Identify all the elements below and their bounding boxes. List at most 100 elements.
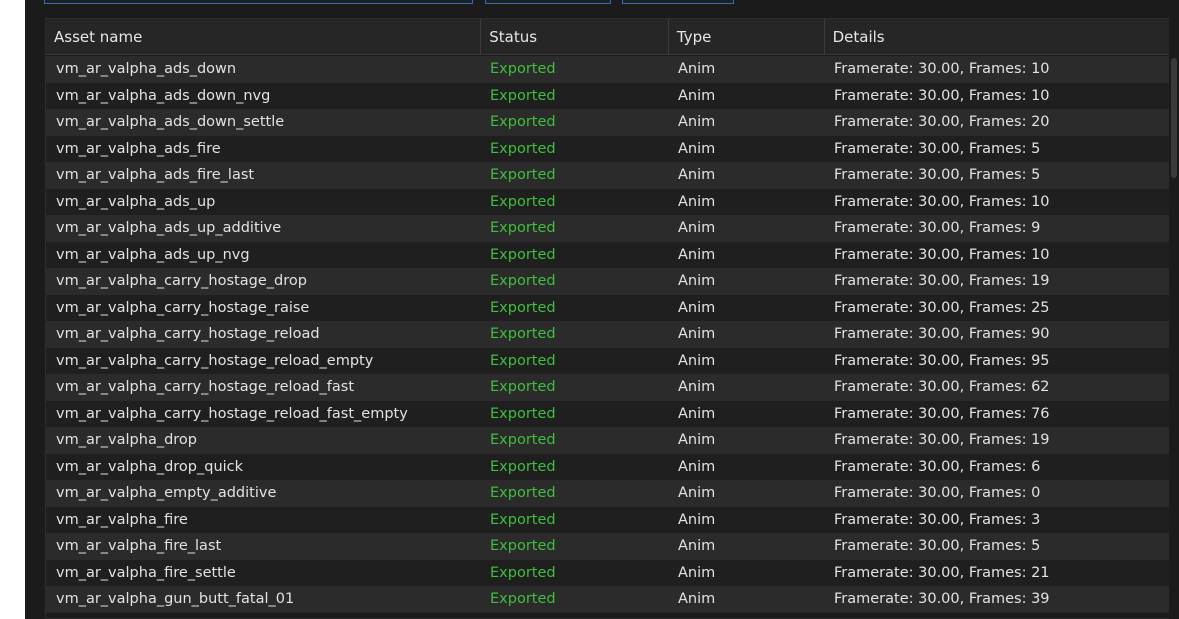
scrollbar-thumb[interactable] bbox=[1171, 58, 1177, 178]
details-cell: Framerate: 30.00, Frames: 6 bbox=[834, 458, 1041, 475]
status-cell: Exported bbox=[490, 246, 556, 263]
status-cell: Exported bbox=[490, 485, 556, 502]
asset-name-cell: vm_ar_valpha_carry_hostage_reload_fast_e… bbox=[56, 405, 408, 422]
toolbar-button-1[interactable] bbox=[485, 0, 611, 4]
asset-browser-window: Asset name Status Type Details vm_ar_val… bbox=[25, 0, 1179, 619]
asset-name-cell: vm_ar_valpha_ads_up_additive bbox=[56, 220, 282, 237]
table-row[interactable]: vm_ar_valpha_fire_settle Exported Anim Fram… bbox=[46, 559, 1170, 586]
details-cell: Framerate: 30.00, Frames: 5 bbox=[834, 538, 1041, 555]
details-cell: Framerate: 30.00, Frames: 10 bbox=[834, 246, 1050, 263]
type-cell: Anim bbox=[678, 246, 716, 263]
asset-name-cell: vm_ar_valpha_carry_hostage_reload_fast bbox=[56, 379, 355, 396]
asset-name-cell: vm_ar_valpha_ads_fire_last bbox=[56, 167, 255, 184]
type-cell: Anim bbox=[678, 299, 716, 316]
details-cell: Framerate: 30.00, Frames: 90 bbox=[834, 326, 1050, 343]
column-header-type[interactable]: Type bbox=[669, 19, 825, 54]
asset-name-cell: vm_ar_valpha_ads_down_nvg bbox=[56, 87, 271, 104]
table-body: vm_ar_valpha_ads_down Exported Anim Framera… bbox=[46, 56, 1170, 613]
status-cell: Exported bbox=[490, 432, 556, 449]
type-cell: Anim bbox=[678, 432, 716, 449]
status-cell: Exported bbox=[490, 405, 556, 422]
type-cell: Anim bbox=[678, 352, 716, 369]
table-row[interactable]: vm_ar_valpha_ads_up_nvg Exported Anim Frame… bbox=[46, 241, 1170, 268]
column-header-status[interactable]: Status bbox=[481, 19, 669, 54]
type-cell: Anim bbox=[678, 273, 716, 290]
type-cell: Anim bbox=[678, 379, 716, 396]
table-row[interactable]: vm_ar_valpha_carry_hostage_reload_empty E… bbox=[46, 347, 1170, 374]
asset-name-cell: vm_ar_valpha_fire_last bbox=[56, 538, 222, 555]
table-row[interactable]: vm_ar_valpha_carry_hostage_drop Exported A… bbox=[46, 268, 1170, 295]
details-cell: Framerate: 30.00, Frames: 5 bbox=[834, 140, 1041, 157]
status-cell: Exported bbox=[490, 87, 556, 104]
asset-table: Asset name Status Type Details vm_ar_val… bbox=[45, 18, 1171, 619]
details-cell: Framerate: 30.00, Frames: 0 bbox=[834, 485, 1041, 502]
type-cell: Anim bbox=[678, 193, 716, 210]
table-row[interactable]: vm_ar_valpha_drop Exported Anim Framerate: … bbox=[46, 427, 1170, 454]
asset-name-cell: vm_ar_valpha_ads_up bbox=[56, 193, 216, 210]
asset-name-cell: vm_ar_valpha_drop bbox=[56, 432, 197, 449]
details-cell: Framerate: 30.00, Frames: 5 bbox=[834, 167, 1041, 184]
status-cell: Exported bbox=[490, 538, 556, 555]
asset-name-cell: vm_ar_valpha_ads_down_settle bbox=[56, 114, 285, 131]
details-cell: Framerate: 30.00, Frames: 19 bbox=[834, 273, 1050, 290]
search-input[interactable] bbox=[44, 0, 473, 4]
details-cell: Framerate: 30.00, Frames: 10 bbox=[834, 61, 1050, 78]
table-row[interactable]: vm_ar_valpha_empty_additive Exported Anim F… bbox=[46, 480, 1170, 507]
type-cell: Anim bbox=[678, 405, 716, 422]
details-cell: Framerate: 30.00, Frames: 10 bbox=[834, 193, 1050, 210]
table-row[interactable]: vm_ar_valpha_ads_up_additive Exported Anim… bbox=[46, 215, 1170, 242]
table-row[interactable]: vm_ar_valpha_fire_last Exported Anim Framer… bbox=[46, 533, 1170, 560]
table-row[interactable]: vm_ar_valpha_carry_hostage_reload_fast_e… bbox=[46, 400, 1170, 427]
type-cell: Anim bbox=[678, 114, 716, 131]
status-cell: Exported bbox=[490, 564, 556, 581]
status-cell: Exported bbox=[490, 352, 556, 369]
asset-name-cell: vm_ar_valpha_gun_butt_fatal_01 bbox=[56, 591, 295, 608]
table-row[interactable]: vm_ar_valpha_drop_quick Exported Anim Frame… bbox=[46, 453, 1170, 480]
details-cell: Framerate: 30.00, Frames: 20 bbox=[834, 114, 1050, 131]
details-cell: Framerate: 30.00, Frames: 9 bbox=[834, 220, 1041, 237]
type-cell: Anim bbox=[678, 87, 716, 104]
status-cell: Exported bbox=[490, 167, 556, 184]
details-cell: Framerate: 30.00, Frames: 21 bbox=[834, 564, 1050, 581]
status-cell: Exported bbox=[490, 114, 556, 131]
table-row[interactable]: vm_ar_valpha_carry_hostage_raise Exported… bbox=[46, 294, 1170, 321]
table-row[interactable]: vm_ar_valpha_gun_butt_fatal_01 Exported An… bbox=[46, 586, 1170, 613]
column-header-details[interactable]: Details bbox=[825, 19, 1170, 54]
type-cell: Anim bbox=[678, 511, 716, 528]
status-cell: Exported bbox=[490, 299, 556, 316]
status-cell: Exported bbox=[490, 511, 556, 528]
asset-name-cell: vm_ar_valpha_empty_additive bbox=[56, 485, 277, 502]
details-cell: Framerate: 30.00, Frames: 10 bbox=[834, 87, 1050, 104]
type-cell: Anim bbox=[678, 220, 716, 237]
details-cell: Framerate: 30.00, Frames: 39 bbox=[834, 591, 1050, 608]
table-row[interactable]: vm_ar_valpha_ads_down Exported Anim Framera… bbox=[46, 56, 1170, 83]
details-cell: Framerate: 30.00, Frames: 76 bbox=[834, 405, 1050, 422]
vertical-scrollbar[interactable] bbox=[1169, 18, 1179, 619]
table-row[interactable]: vm_ar_valpha_ads_up Exported Anim Framerate… bbox=[46, 188, 1170, 215]
asset-name-cell: vm_ar_valpha_carry_hostage_raise bbox=[56, 299, 310, 316]
details-cell: Framerate: 30.00, Frames: 62 bbox=[834, 379, 1050, 396]
table-row[interactable]: vm_ar_valpha_ads_down_nvg Exported Anim Fra… bbox=[46, 82, 1170, 109]
table-row[interactable]: vm_ar_valpha_fire Exported Anim Framerate: … bbox=[46, 506, 1170, 533]
details-cell: Framerate: 30.00, Frames: 19 bbox=[834, 432, 1050, 449]
type-cell: Anim bbox=[678, 167, 716, 184]
asset-name-cell: vm_ar_valpha_ads_up_nvg bbox=[56, 246, 250, 263]
details-cell: Framerate: 30.00, Frames: 3 bbox=[834, 511, 1041, 528]
table-row[interactable]: vm_ar_valpha_ads_down_settle Exported Anim… bbox=[46, 109, 1170, 136]
table-row[interactable]: vm_ar_valpha_carry_hostage_reload Exporte… bbox=[46, 321, 1170, 348]
status-cell: Exported bbox=[490, 591, 556, 608]
type-cell: Anim bbox=[678, 61, 716, 78]
status-cell: Exported bbox=[490, 379, 556, 396]
status-cell: Exported bbox=[490, 140, 556, 157]
column-header-asset-name[interactable]: Asset name bbox=[46, 19, 482, 54]
type-cell: Anim bbox=[678, 538, 716, 555]
asset-name-cell: vm_ar_valpha_carry_hostage_reload_empty bbox=[56, 352, 374, 369]
type-cell: Anim bbox=[678, 458, 716, 475]
asset-name-cell: vm_ar_valpha_carry_hostage_drop bbox=[56, 273, 307, 290]
table-row[interactable]: vm_ar_valpha_ads_fire_last Exported Anim Fr… bbox=[46, 162, 1170, 189]
table-row[interactable]: vm_ar_valpha_ads_fire Exported Anim Framera… bbox=[46, 135, 1170, 162]
table-header: Asset name Status Type Details bbox=[46, 19, 1170, 55]
toolbar-button-2[interactable] bbox=[622, 0, 734, 4]
details-cell: Framerate: 30.00, Frames: 95 bbox=[834, 352, 1050, 369]
table-row[interactable]: vm_ar_valpha_carry_hostage_reload_fast Ex… bbox=[46, 374, 1170, 401]
